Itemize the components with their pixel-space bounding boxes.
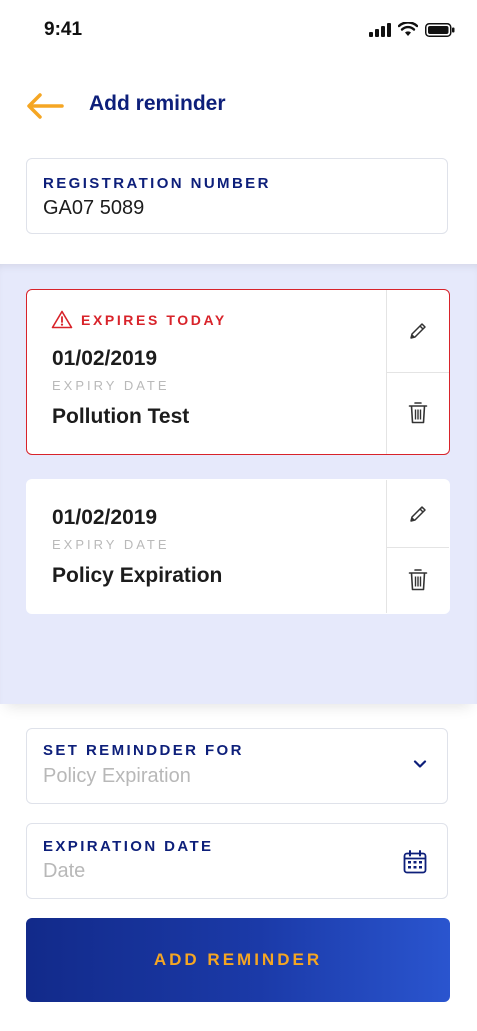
reminder-type: Pollution Test bbox=[52, 405, 190, 428]
pencil-icon bbox=[410, 505, 426, 522]
card-actions bbox=[386, 290, 449, 454]
calendar-icon[interactable] bbox=[403, 850, 427, 874]
add-reminder-button[interactable]: ADD REMINDER bbox=[26, 918, 450, 1002]
pencil-icon bbox=[410, 323, 426, 339]
expiry-date-label: EXPIRY DATE bbox=[52, 378, 170, 393]
wifi-icon bbox=[398, 22, 418, 36]
expiration-date-label: EXPIRATION DATE bbox=[43, 838, 214, 855]
reminder-card: 01/02/2019 EXPIRY DATE Policy Expiration bbox=[26, 479, 450, 614]
trash-icon bbox=[408, 569, 428, 591]
registration-number-label: REGISTRATION NUMBER bbox=[43, 175, 271, 192]
set-reminder-dropdown[interactable]: SET REMINDDER FOR Policy Expiration bbox=[26, 728, 448, 804]
expiry-date-value: 01/02/2019 bbox=[52, 506, 158, 529]
reminder-list: EXPIRES TODAY 01/02/2019 EXPIRY DATE Pol… bbox=[0, 264, 477, 704]
status-time: 9:41 bbox=[44, 19, 83, 40]
reminder-type: Policy Expiration bbox=[52, 564, 223, 587]
delete-button[interactable] bbox=[387, 372, 449, 454]
card-actions bbox=[386, 480, 449, 613]
chevron-down-icon[interactable] bbox=[413, 759, 427, 769]
page-title: Add reminder bbox=[89, 92, 226, 115]
edit-button[interactable] bbox=[387, 290, 449, 373]
delete-button[interactable] bbox=[387, 547, 449, 613]
set-reminder-label: SET REMINDDER FOR bbox=[43, 742, 244, 759]
registration-number-value[interactable]: GA07 5089 bbox=[43, 197, 144, 220]
status-icons bbox=[369, 22, 455, 37]
arrow-left-icon bbox=[27, 93, 64, 119]
expiry-date-value: 01/02/2019 bbox=[52, 347, 158, 370]
expiry-warning: EXPIRES TODAY bbox=[51, 310, 227, 329]
add-reminder-label: ADD REMINDER bbox=[153, 950, 323, 969]
registration-number-field[interactable]: REGISTRATION NUMBER GA07 5089 bbox=[26, 158, 448, 234]
reminder-card: EXPIRES TODAY 01/02/2019 EXPIRY DATE Pol… bbox=[26, 289, 450, 455]
edit-button[interactable] bbox=[387, 480, 449, 548]
expiry-date-label: EXPIRY DATE bbox=[52, 537, 170, 552]
warning-triangle-icon bbox=[51, 310, 73, 329]
expiration-date-field[interactable]: EXPIRATION DATE Date bbox=[26, 823, 448, 899]
expires-today-text: EXPIRES TODAY bbox=[81, 311, 227, 328]
set-reminder-value: Policy Expiration bbox=[43, 765, 191, 787]
signal-icon bbox=[369, 22, 391, 37]
expiration-date-input[interactable]: Date bbox=[43, 860, 85, 883]
battery-icon bbox=[425, 22, 455, 37]
back-button[interactable] bbox=[26, 90, 66, 122]
trash-icon bbox=[408, 402, 428, 424]
header: Add reminder bbox=[0, 80, 477, 132]
status-bar: 9:41 bbox=[0, 0, 477, 60]
